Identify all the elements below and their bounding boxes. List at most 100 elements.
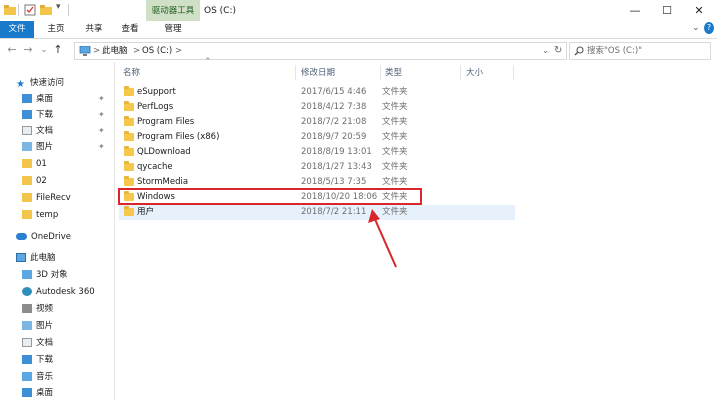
annotation-arrow bbox=[368, 209, 397, 268]
up-button[interactable]: ↑ bbox=[52, 43, 64, 57]
qa-divider bbox=[18, 4, 19, 16]
folder-icon bbox=[124, 86, 134, 96]
column-header-name[interactable]: 名称 bbox=[123, 65, 140, 81]
maximize-button[interactable]: ☐ bbox=[652, 0, 682, 21]
tab-manage[interactable]: 管理 bbox=[152, 21, 194, 38]
file-type: 文件夹 bbox=[382, 147, 408, 157]
pin-icon[interactable]: ✦ bbox=[98, 123, 105, 139]
new-folder-icon[interactable] bbox=[40, 4, 52, 16]
ribbon-expand-icon[interactable]: ⌄ bbox=[692, 23, 700, 33]
nav-label: 文档 bbox=[36, 126, 54, 136]
file-row-selected[interactable]: 用户 2018/7/2 21:11 文件夹 bbox=[119, 205, 515, 220]
crumb-separator[interactable]: > bbox=[93, 43, 100, 59]
explorer-icon bbox=[4, 5, 16, 15]
autodesk-icon bbox=[22, 287, 32, 296]
search-placeholder: 搜索"OS (C:)" bbox=[587, 46, 643, 56]
folder-icon bbox=[22, 176, 32, 185]
address-dropdown-icon[interactable]: ⌄ bbox=[542, 43, 549, 59]
pin-icon[interactable]: ✦ bbox=[98, 139, 105, 155]
search-box[interactable]: 搜索"OS (C:)" bbox=[569, 42, 711, 60]
close-button[interactable]: ✕ bbox=[684, 0, 714, 21]
scrollbar[interactable] bbox=[710, 62, 717, 400]
nav-label: 图片 bbox=[36, 142, 54, 152]
file-date: 2018/1/27 13:43 bbox=[301, 162, 372, 172]
file-row[interactable]: eSupport 2017/6/15 4:46 文件夹 bbox=[119, 85, 515, 100]
folder-icon bbox=[124, 206, 134, 216]
sort-arrow-icon: ⌃ bbox=[204, 57, 212, 67]
folder-icon bbox=[124, 176, 134, 186]
file-type: 文件夹 bbox=[382, 132, 408, 142]
column-header-date[interactable]: 修改日期 bbox=[301, 65, 335, 81]
computer-icon bbox=[79, 46, 91, 56]
tab-view[interactable]: 查看 bbox=[112, 21, 148, 38]
help-icon[interactable]: ? bbox=[704, 22, 714, 34]
folder-icon bbox=[124, 131, 134, 141]
properties-icon[interactable] bbox=[24, 4, 36, 16]
cloud-icon bbox=[16, 233, 27, 240]
file-date: 2018/8/19 13:01 bbox=[301, 147, 372, 157]
forward-button[interactable]: → bbox=[22, 43, 34, 57]
document-icon bbox=[22, 338, 32, 347]
file-row[interactable]: QLDownload 2018/8/19 13:01 文件夹 bbox=[119, 145, 515, 160]
crumb-this-pc[interactable]: 此电脑 bbox=[102, 43, 128, 59]
crumb-os-c[interactable]: OS (C:) bbox=[142, 43, 172, 59]
column-separator[interactable] bbox=[295, 65, 296, 80]
tab-file[interactable]: 文件 bbox=[0, 21, 34, 38]
nav-label: 图片 bbox=[36, 321, 54, 331]
file-type: 文件夹 bbox=[382, 117, 408, 127]
address-row: ← → ⌄ ↑ > 此电脑 > OS (C:) > ⌄ ↻ 搜索"OS (C:)… bbox=[0, 39, 717, 61]
file-name: PerfLogs bbox=[137, 102, 174, 112]
address-bar[interactable]: > 此电脑 > OS (C:) > ⌄ ↻ bbox=[74, 42, 567, 60]
folder-icon bbox=[124, 146, 134, 156]
file-list: ⌃ 名称 修改日期 类型 大小 eSupport 2017/6/15 4:46 … bbox=[115, 57, 717, 400]
column-header-size[interactable]: 大小 bbox=[466, 65, 483, 81]
navigation-pane: ★ 快速访问 桌面 ✦ 下载 ✦ 文档 ✦ 图片 ✦ 01 02 FileRec… bbox=[0, 62, 114, 400]
pin-icon[interactable]: ✦ bbox=[98, 91, 105, 107]
nav-label: 3D 对象 bbox=[36, 270, 68, 280]
tab-share[interactable]: 共享 bbox=[76, 21, 112, 38]
nav-label: 此电脑 bbox=[30, 253, 56, 263]
file-row[interactable]: qycache 2018/1/27 13:43 文件夹 bbox=[119, 160, 515, 175]
nav-label: 下载 bbox=[36, 355, 54, 365]
recent-locations-button[interactable]: ⌄ bbox=[38, 43, 50, 57]
picture-icon bbox=[22, 321, 32, 330]
file-row[interactable]: Program Files 2018/7/2 21:08 文件夹 bbox=[119, 115, 515, 130]
music-icon bbox=[22, 372, 32, 381]
column-separator[interactable] bbox=[460, 65, 461, 80]
nav-label: 01 bbox=[36, 159, 47, 169]
file-date: 2017/6/15 4:46 bbox=[301, 87, 367, 97]
file-row[interactable]: Program Files (x86) 2018/9/7 20:59 文件夹 bbox=[119, 130, 515, 145]
document-icon bbox=[22, 126, 32, 135]
tab-home[interactable]: 主页 bbox=[38, 21, 74, 38]
nav-label: FileRecv bbox=[36, 193, 71, 203]
qa-divider-2 bbox=[68, 4, 69, 16]
nav-label: temp bbox=[36, 210, 59, 220]
column-separator[interactable] bbox=[513, 65, 514, 80]
crumb-separator[interactable]: > bbox=[133, 43, 140, 59]
column-separator[interactable] bbox=[380, 65, 381, 80]
back-button[interactable]: ← bbox=[6, 43, 18, 57]
refresh-icon[interactable]: ↻ bbox=[554, 43, 562, 59]
star-icon: ★ bbox=[16, 79, 25, 90]
column-header-type[interactable]: 类型 bbox=[385, 65, 402, 81]
file-row[interactable]: PerfLogs 2018/4/12 7:38 文件夹 bbox=[119, 100, 515, 115]
qa-dropdown-icon[interactable]: ▾ bbox=[56, 2, 61, 12]
file-type: 文件夹 bbox=[382, 162, 408, 172]
ribbon-tabs: 文件 主页 共享 查看 管理 ⌄ ? bbox=[0, 21, 717, 39]
nav-label: 文档 bbox=[36, 338, 54, 348]
title-bar: ▾ 驱动器工具 OS (C:) — ☐ ✕ bbox=[0, 0, 717, 21]
folder-icon bbox=[124, 161, 134, 171]
minimize-button[interactable]: — bbox=[620, 0, 650, 21]
folder-icon bbox=[22, 210, 32, 219]
pin-icon[interactable]: ✦ bbox=[98, 107, 105, 123]
nav-label: 桌面 bbox=[36, 94, 54, 104]
desktop-icon bbox=[22, 388, 32, 397]
folder-icon bbox=[124, 116, 134, 126]
download-icon bbox=[22, 110, 32, 119]
file-date: 2018/7/2 21:08 bbox=[301, 117, 367, 127]
highlight-box bbox=[118, 188, 422, 205]
drive-tools-context-tab: 驱动器工具 bbox=[146, 0, 200, 21]
file-name: Program Files (x86) bbox=[137, 132, 220, 142]
crumb-separator[interactable]: > bbox=[175, 43, 182, 59]
nav-label: OneDrive bbox=[31, 232, 71, 242]
